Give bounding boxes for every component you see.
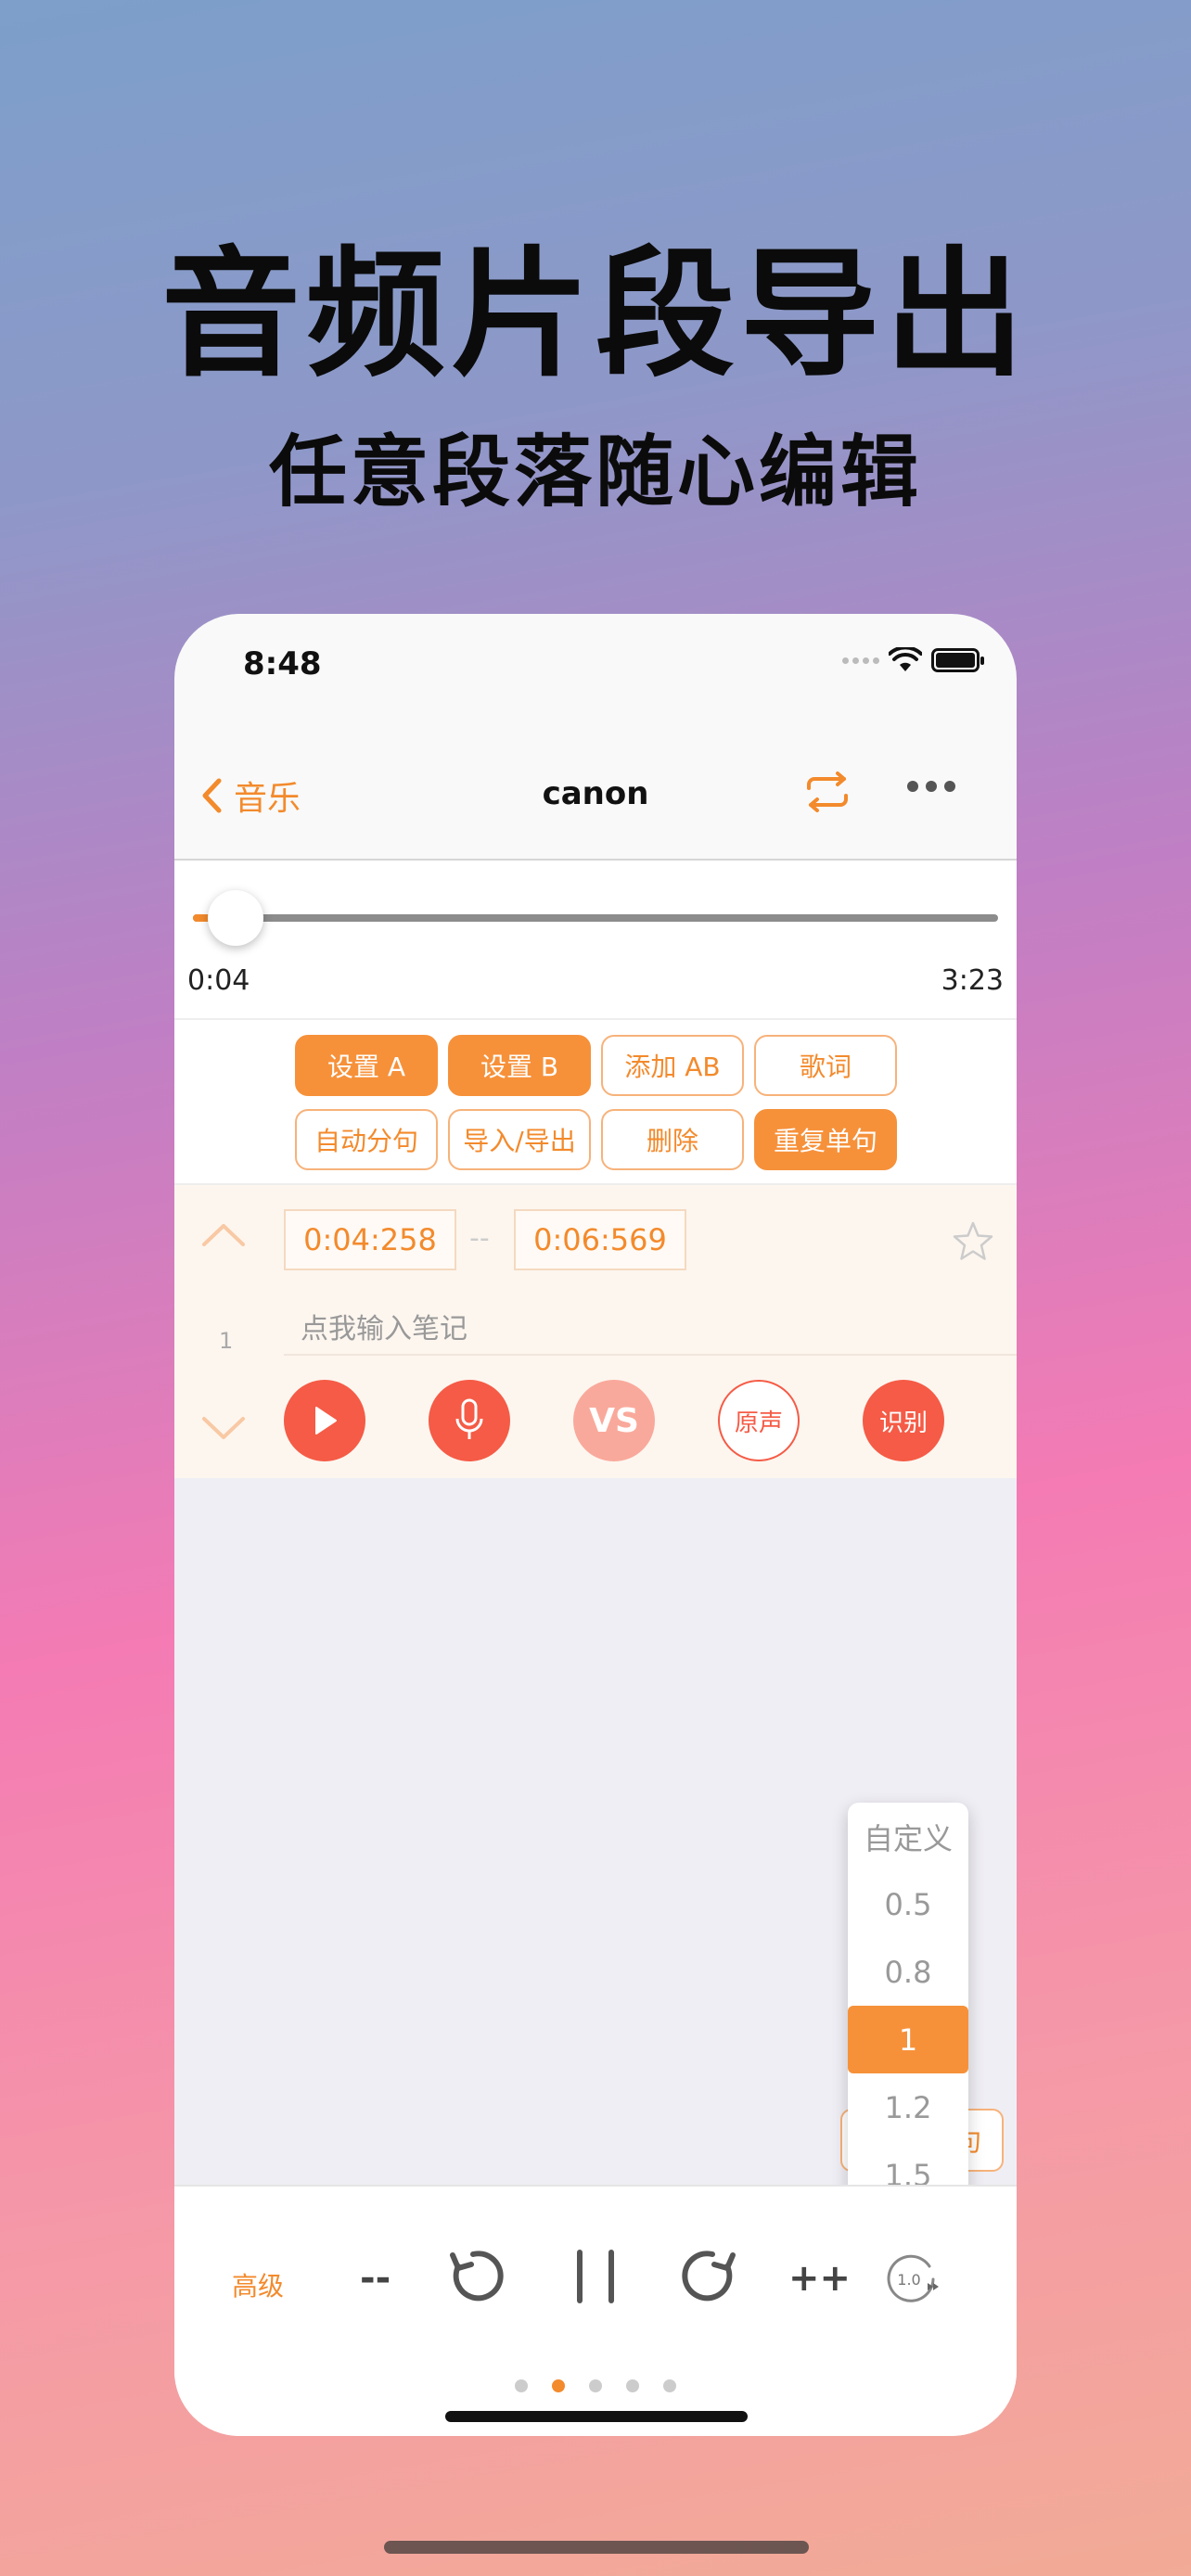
time-separator: -- [469, 1222, 490, 1255]
microphone-icon [455, 1398, 483, 1439]
playback-controls: 高级 -- ++ 1.0 [174, 2185, 1017, 2436]
import-export-button[interactable]: 导入/导出 [448, 1109, 591, 1170]
speed-option-custom[interactable]: 自定义 [848, 1803, 968, 1870]
advanced-button[interactable]: 高级 [232, 2266, 284, 2303]
auto-split-button[interactable]: 自动分句 [295, 1109, 438, 1170]
recognize-button[interactable]: 识别 [863, 1380, 944, 1461]
star-icon[interactable] [952, 1220, 994, 1263]
speed-option-0-5[interactable]: 0.5 [848, 1870, 968, 1938]
original-audio-button[interactable]: 原声 [718, 1380, 800, 1461]
ab-controls: 设置 A 设置 B 添加 AB 歌词 自动分句 导入/导出 删除 重复单句 [174, 1020, 1017, 1185]
lyrics-button[interactable]: 歌词 [754, 1035, 897, 1096]
speed-menu: 自定义 0.5 0.8 1 1.2 1.5 [848, 1803, 968, 2209]
note-divider [284, 1354, 1017, 1356]
speed-button[interactable]: 1.0 [881, 2250, 941, 2309]
repeat-icon [807, 772, 848, 812]
page-indicator [174, 2379, 1017, 2392]
home-indicator[interactable] [445, 2411, 748, 2422]
wifi-icon [889, 647, 922, 671]
clip-start-time[interactable]: 0:04:258 [284, 1209, 456, 1270]
delete-button[interactable]: 删除 [601, 1109, 744, 1170]
forward-button[interactable] [679, 2246, 740, 2307]
play-clip-button[interactable] [284, 1380, 365, 1461]
increase-button[interactable]: ++ [788, 2257, 851, 2300]
progress-section: 0:04 3:23 [174, 861, 1017, 1020]
compare-button[interactable]: VS [573, 1380, 655, 1461]
status-indicators [842, 647, 984, 673]
set-b-button[interactable]: 设置 B [448, 1035, 591, 1096]
play-icon [315, 1407, 337, 1435]
page-title: canon [542, 775, 649, 812]
chevron-up-icon[interactable] [200, 1220, 247, 1248]
clip-end-time[interactable]: 0:06:569 [514, 1209, 686, 1270]
chevron-down-icon[interactable] [200, 1415, 247, 1443]
decrease-button[interactable]: -- [360, 2257, 391, 2300]
repeat-sentence-button[interactable]: 重复单句 [754, 1109, 897, 1170]
promo-headline: 音频片段导出 [160, 235, 1030, 396]
progress-track[interactable] [193, 914, 998, 922]
speed-option-1-2[interactable]: 1.2 [848, 2073, 968, 2141]
cellular-signal-icon [842, 657, 879, 664]
playback-speed-icon: 1.0 [887, 2254, 939, 2302]
current-time: 0:04 [187, 964, 250, 997]
page-dot [626, 2379, 639, 2392]
total-time: 3:23 [941, 964, 1004, 997]
page-dot-active [552, 2379, 565, 2392]
note-input[interactable]: 点我输入笔记 [301, 1306, 467, 1346]
page-dot [589, 2379, 602, 2392]
speed-badge-text: 1.0 [897, 2271, 920, 2289]
nav-bar: 音乐 canon [174, 723, 1017, 861]
record-button[interactable] [429, 1380, 510, 1461]
status-time: 8:48 [243, 645, 322, 682]
page-dot [663, 2379, 676, 2392]
pause-icon [577, 2250, 614, 2303]
rewind-icon [450, 2251, 504, 2302]
forward-icon [682, 2251, 736, 2302]
clip-row: 1 0:04:258 -- 0:06:569 点我输入笔记 VS 原声 识别 [174, 1185, 1017, 1478]
speed-option-1[interactable]: 1 [848, 2006, 968, 2073]
promo-subline: 任意段落随心编辑 [268, 427, 922, 517]
rewind-button[interactable] [445, 2246, 506, 2307]
page-dot [515, 2379, 528, 2392]
device-home-indicator [384, 2541, 809, 2554]
battery-icon [931, 648, 984, 672]
add-ab-button[interactable]: 添加 AB [601, 1035, 744, 1096]
ab-button-grid: 设置 A 设置 B 添加 AB 歌词 自动分句 导入/导出 删除 重复单句 [295, 1035, 897, 1170]
phone-screen: 8:48 音乐 canon 0:04 3:23 设置 A 设置 B 添加 AB … [174, 614, 1017, 2436]
clip-index: 1 [219, 1328, 234, 1354]
progress-thumb[interactable] [208, 890, 263, 946]
repeat-mode-button[interactable] [803, 772, 852, 816]
pause-button[interactable] [573, 2246, 620, 2307]
more-options-button[interactable] [907, 781, 955, 792]
speed-option-0-8[interactable]: 0.8 [848, 1938, 968, 2006]
set-a-button[interactable]: 设置 A [295, 1035, 438, 1096]
